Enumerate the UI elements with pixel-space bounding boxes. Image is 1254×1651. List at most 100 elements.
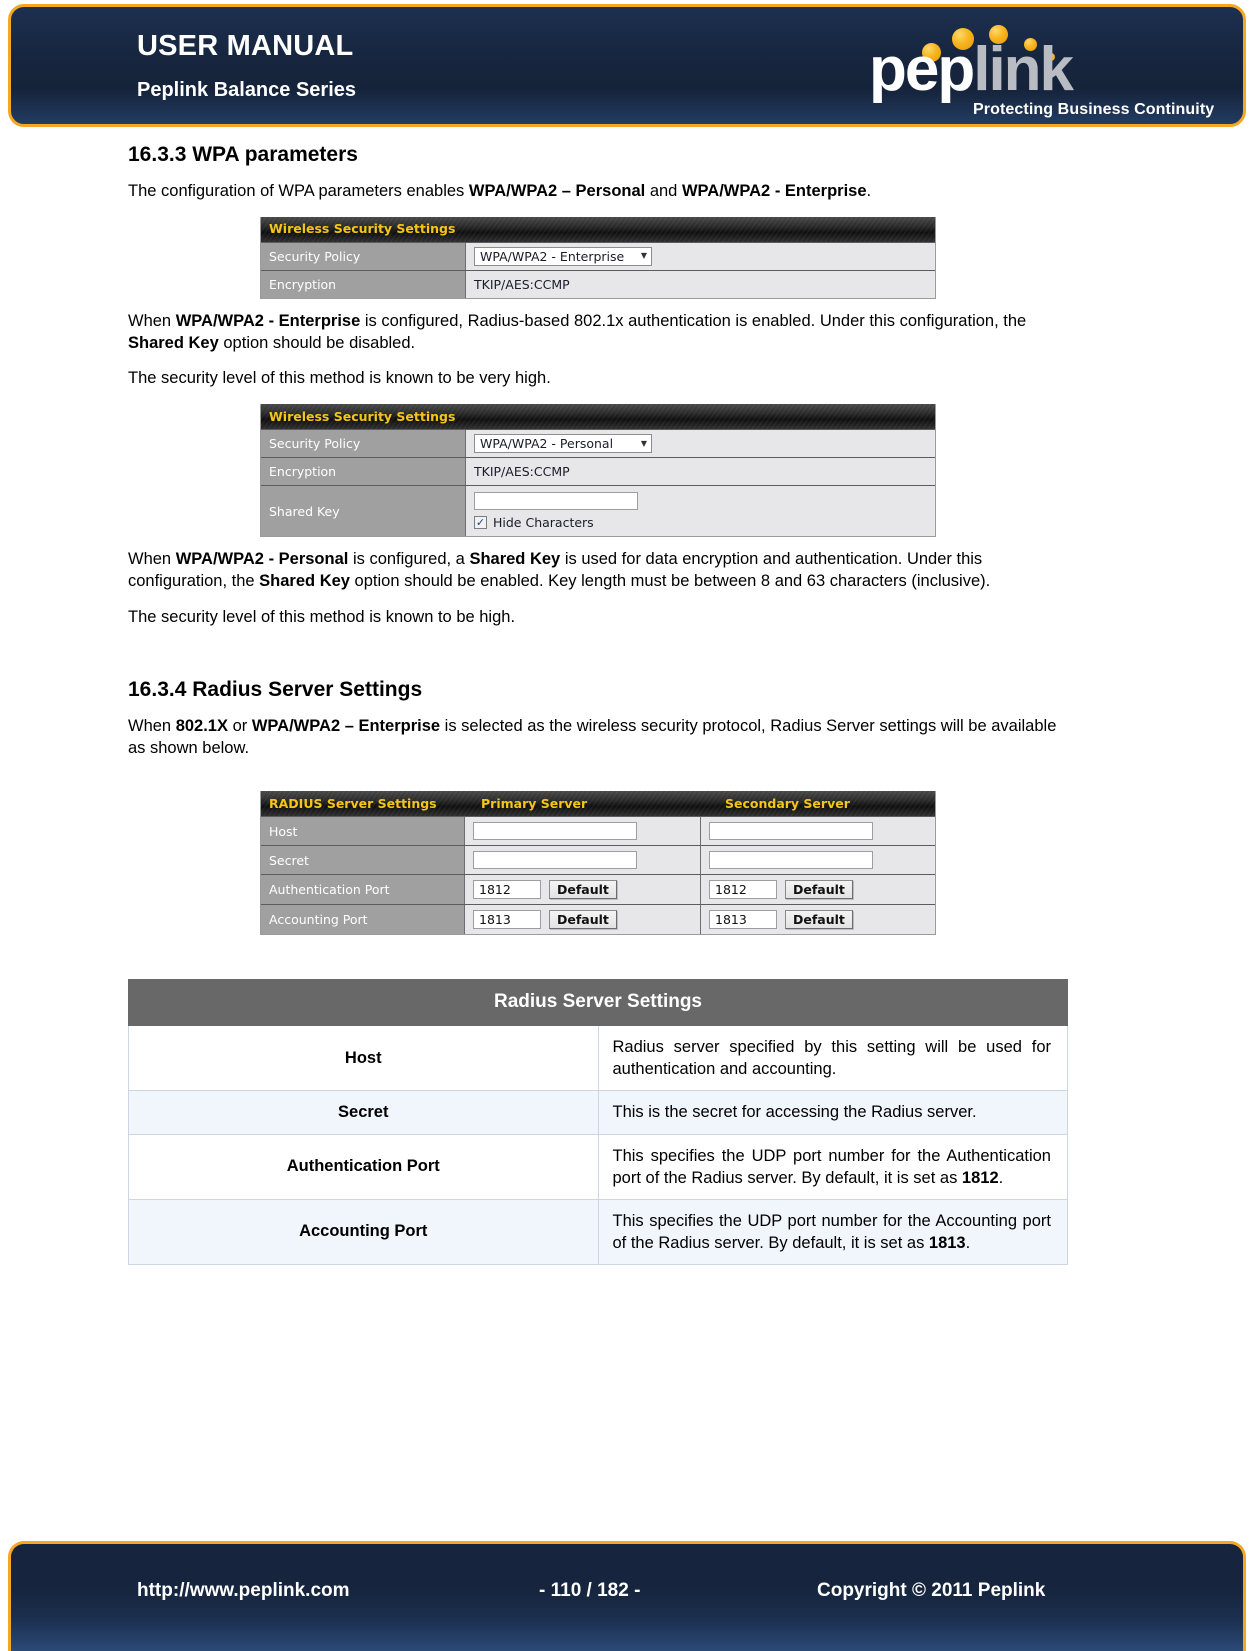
shared-key-input[interactable] [474, 492, 638, 511]
text-frag: . [965, 1233, 971, 1252]
paragraph-enterprise-security-level: The security level of this method is kno… [128, 369, 551, 388]
text-frag-bold: WPA/WPA2 - Personal [175, 550, 349, 569]
security-policy-select[interactable]: WPA/WPA2 - Personal ▼ [474, 434, 652, 454]
field-value-secret-primary [465, 846, 701, 875]
text-frag: and [645, 182, 682, 201]
text-frag: When [128, 716, 176, 735]
table-row: Host Radius server specified by this set… [128, 1025, 1068, 1092]
paragraph-wpa-intro: The configuration of WPA parameters enab… [128, 181, 1068, 203]
section-heading-wpa: 16.3.3 WPA parameters [128, 143, 358, 166]
text-frag: When [128, 311, 176, 330]
peplink-logo: peplink Protecting Business Continuity [851, 17, 1214, 124]
field-value-secret-secondary [701, 846, 935, 875]
desc-key-host: Host [128, 1025, 599, 1092]
text-frag: option should be enabled. Key length mus… [349, 572, 991, 591]
paragraph-personal-explain: When WPA/WPA2 - Personal is configured, … [128, 549, 1068, 593]
field-value-host-primary [465, 817, 701, 846]
hide-characters-checkbox-row[interactable]: ✓ Hide Characters [474, 515, 594, 530]
text-frag-bold: WPA/WPA2 - Enterprise [681, 182, 867, 201]
text-frag-bold: 1812 [961, 1168, 999, 1187]
host-primary-input[interactable] [473, 822, 637, 841]
field-label-security-policy: Security Policy [261, 430, 466, 458]
text-frag: When [128, 550, 176, 569]
text-frag-bold: Shared Key [259, 572, 350, 591]
radius-description-table: Radius Server Settings Host Radius serve… [128, 979, 1068, 1266]
footer-page-number: - 110 / 182 - [539, 1580, 641, 1601]
section-heading-radius: 16.3.4 Radius Server Settings [128, 677, 423, 701]
page-subtitle: Peplink Balance Series [137, 78, 357, 101]
field-label-secret: Secret [261, 846, 465, 875]
table-row: Secret This is the secret for accessing … [128, 1090, 1068, 1135]
screenshot-header-bar: Wireless Security Settings [261, 404, 935, 430]
table-header-row: Radius Server Settings [128, 979, 1068, 1027]
table-row: Security Policy WPA/WPA2 - Enterprise ▼ [261, 241, 935, 270]
paragraph-radius-intro: When 802.1X or WPA/WPA2 – Enterprise is … [128, 716, 1068, 760]
table-row: Accounting Port 1813 Default 1813 Defaul… [261, 904, 935, 935]
secret-secondary-input[interactable] [709, 851, 873, 870]
text-frag: The configuration of WPA parameters enab… [128, 182, 469, 201]
table-row: Encryption TKIP/AES:CCMP [261, 457, 935, 486]
auth-port-secondary-default-button[interactable]: Default [785, 880, 853, 900]
logo-wordmark: peplink [869, 39, 1074, 101]
screenshot-title: RADIUS Server Settings [269, 795, 437, 811]
screenshot-title: Wireless Security Settings [269, 408, 456, 424]
checkbox-icon[interactable]: ✓ [474, 516, 487, 530]
text-frag: is configured, a [348, 550, 470, 569]
logo-tagline: Protecting Business Continuity [973, 101, 1215, 118]
desc-value-accounting-port: This specifies the UDP port number for t… [597, 1198, 1068, 1266]
text-frag-bold: WPA/WPA2 – Personal [468, 182, 646, 201]
desc-key-authentication-port: Authentication Port [128, 1133, 599, 1200]
column-header-primary-server: Primary Server [481, 795, 588, 811]
desc-value-secret: This is the secret for accessing the Rad… [597, 1090, 1068, 1135]
auth-port-secondary-input[interactable]: 1812 [709, 880, 777, 900]
auth-port-primary-default-button[interactable]: Default [549, 880, 617, 900]
header-title-block: USER MANUAL Peplink Balance Series [137, 30, 357, 101]
host-secondary-input[interactable] [709, 822, 873, 841]
field-label-encryption: Encryption [261, 458, 466, 486]
chevron-down-icon: ▼ [640, 438, 647, 448]
screenshot-wireless-security-enterprise: Wireless Security Settings Security Poli… [260, 216, 936, 299]
acct-port-primary-input[interactable]: 1813 [473, 910, 541, 930]
desc-key-secret: Secret [128, 1090, 599, 1135]
table-row: Host [261, 816, 935, 846]
text-frag: option should be disabled. [218, 333, 416, 352]
logo-word-link: link [973, 35, 1074, 104]
field-label-authentication-port: Authentication Port [261, 875, 465, 905]
auth-port-primary-input[interactable]: 1812 [473, 880, 541, 900]
field-label-accounting-port: Accounting Port [261, 905, 465, 935]
security-policy-selected-value: WPA/WPA2 - Personal [480, 436, 614, 452]
table-row: Secret [261, 845, 935, 875]
text-frag: . [866, 182, 872, 201]
screenshot-radius-server-settings: RADIUS Server Settings Primary Server Se… [260, 791, 936, 936]
acct-port-secondary-input[interactable]: 1813 [709, 910, 777, 930]
field-label-security-policy: Security Policy [261, 242, 466, 270]
screenshot-title: Wireless Security Settings [269, 221, 456, 237]
acct-port-primary-default-button[interactable]: Default [549, 910, 617, 930]
page-title: USER MANUAL [137, 30, 354, 62]
desc-table-title: Radius Server Settings [128, 979, 1068, 1027]
hide-characters-label: Hide Characters [493, 515, 594, 531]
text-frag: This specifies the UDP port number for t… [612, 1211, 1052, 1252]
secret-primary-input[interactable] [473, 851, 637, 870]
table-row: Authentication Port 1812 Default 1812 De… [261, 874, 935, 905]
field-value-shared-key: ✓ Hide Characters [466, 486, 935, 537]
field-value-encryption: TKIP/AES:CCMP [466, 458, 935, 486]
text-frag-bold: 802.1X [175, 716, 228, 735]
field-value-security-policy: WPA/WPA2 - Enterprise ▼ [466, 242, 935, 270]
text-frag-bold: WPA/WPA2 – Enterprise [251, 716, 441, 735]
field-value-host-secondary [701, 817, 935, 846]
field-label-shared-key: Shared Key [261, 486, 466, 537]
footer-copyright: Copyright © 2011 Peplink [817, 1580, 1046, 1601]
field-value-acct-port-secondary: 1813 Default [701, 905, 935, 935]
security-policy-select[interactable]: WPA/WPA2 - Enterprise ▼ [474, 246, 652, 266]
acct-port-secondary-default-button[interactable]: Default [785, 910, 853, 930]
field-value-encryption: TKIP/AES:CCMP [466, 270, 935, 298]
text-frag: is configured, Radius-based 802.1x authe… [360, 311, 1027, 330]
text-frag-bold: Shared Key [469, 550, 561, 569]
footer-url[interactable]: http://www.peplink.com [137, 1580, 350, 1602]
text-frag: or [227, 716, 252, 735]
field-value-auth-port-secondary: 1812 Default [701, 875, 935, 905]
page-header: USER MANUAL Peplink Balance Series pepli… [8, 4, 1246, 127]
field-value-acct-port-primary: 1813 Default [465, 905, 701, 935]
text-frag-bold: Shared Key [128, 333, 219, 352]
